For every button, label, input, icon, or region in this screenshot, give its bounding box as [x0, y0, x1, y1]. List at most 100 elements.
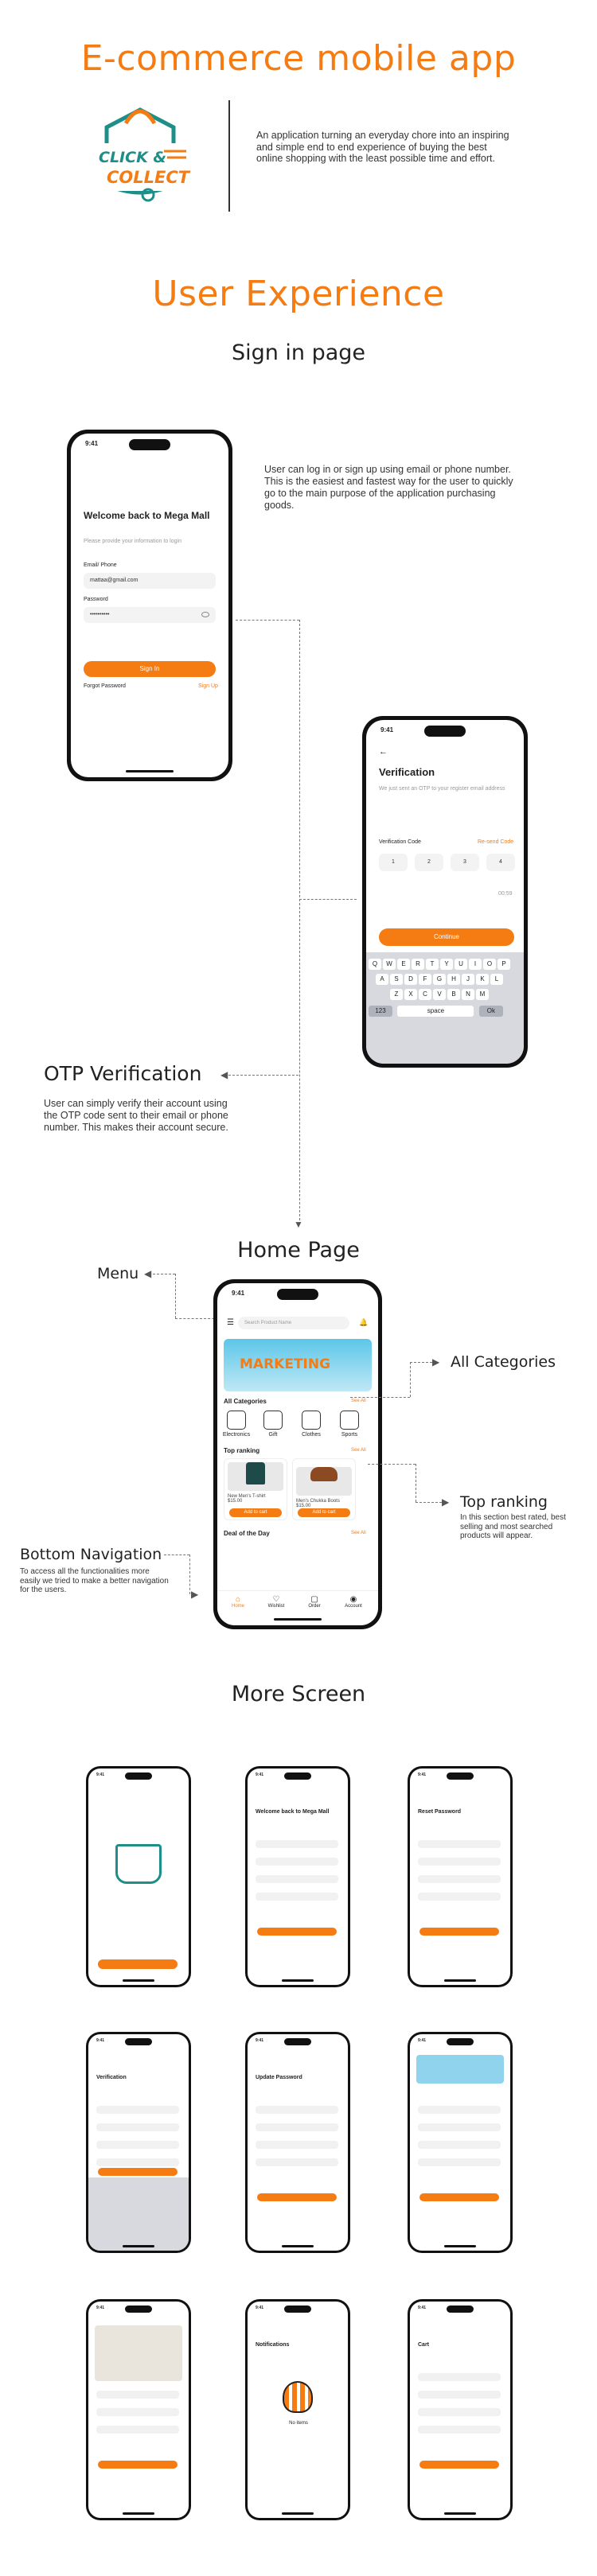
annot-bottom-nav-desc: To access all the functionalities more e…	[20, 1567, 169, 1594]
add-to-cart-button[interactable]: Add to cart	[229, 1508, 282, 1517]
page-title: E-commerce mobile app	[80, 38, 517, 79]
key-i[interactable]: I	[469, 959, 482, 970]
annot-top-ranking: Top ranking	[460, 1493, 548, 1511]
key-d[interactable]: D	[404, 974, 417, 985]
forgot-password-link[interactable]: Forgot Password	[84, 683, 126, 689]
key-r[interactable]: R	[412, 959, 424, 970]
product-card[interactable]: New Men's T-shirt $15.00 Add to cart	[224, 1458, 287, 1520]
primary-button[interactable]	[419, 1928, 499, 1936]
email-field[interactable]: mattaa@gmail.com	[84, 573, 216, 589]
more-screen-phone: 9:41 Cart	[408, 2299, 513, 2520]
top-ranking-title: Top ranking	[224, 1447, 260, 1454]
category-clothes[interactable]: Clothes	[297, 1411, 326, 1438]
key-x[interactable]: X	[404, 989, 417, 1000]
see-all-deals[interactable]: See All	[351, 1531, 366, 1535]
no-items-text: No items	[289, 2421, 308, 2426]
back-icon[interactable]: ←	[379, 747, 388, 757]
add-to-cart-button[interactable]: Add to cart	[298, 1508, 350, 1517]
screen-title: Reset Password	[418, 1809, 462, 1815]
password-field[interactable]: ••••••••••	[84, 607, 216, 623]
otp-subheading: We just sent an OTP to your register ema…	[379, 786, 505, 792]
otp-digit[interactable]: 2	[415, 854, 443, 871]
key-j[interactable]: J	[462, 974, 474, 985]
key-g[interactable]: G	[433, 974, 446, 985]
key-l[interactable]: L	[490, 974, 503, 985]
see-all-ranking[interactable]: See All	[351, 1448, 366, 1453]
key-p[interactable]: P	[498, 959, 510, 970]
key-y[interactable]: Y	[440, 959, 453, 970]
menu-icon[interactable]: ☰	[227, 1318, 234, 1327]
home-phone: 9:41 ☰ Search Product Name 🔔 MARKETING A…	[213, 1279, 382, 1629]
email-label: Email/ Phone	[84, 562, 117, 568]
hero-image	[416, 2055, 504, 2084]
password-label: Password	[84, 597, 108, 602]
nav-account[interactable]: ◉ Account	[341, 1595, 365, 1609]
key-f[interactable]: F	[419, 974, 431, 985]
screen-title: Welcome back to Mega Mall	[256, 1809, 330, 1815]
key-a[interactable]: A	[376, 974, 388, 985]
key-b[interactable]: B	[447, 989, 460, 1000]
primary-button[interactable]	[98, 2461, 178, 2469]
primary-button[interactable]	[257, 2193, 337, 2201]
more-screen-phone: 9:41 Verification	[86, 2032, 191, 2253]
nav-order[interactable]: ▢ Order	[305, 1595, 324, 1609]
signin-subheading: Please provide your information to login	[84, 539, 181, 544]
header-divider	[228, 100, 230, 212]
key-w[interactable]: W	[383, 959, 396, 970]
category-gift[interactable]: Gift	[259, 1411, 287, 1438]
otp-timer: 00:59	[498, 891, 513, 897]
annot-categories: All Categories	[451, 1353, 556, 1371]
bell-icon[interactable]: 🔔	[359, 1318, 368, 1327]
product-card[interactable]: Men's Chukka Boots $15.00 Add to cart	[292, 1458, 356, 1520]
eye-icon[interactable]	[201, 612, 209, 617]
nav-wishlist[interactable]: ♡ Wishlist	[265, 1595, 287, 1609]
key-space[interactable]: space	[397, 1006, 474, 1017]
continue-button[interactable]: Continue	[379, 928, 514, 946]
nav-home[interactable]: ⌂ Home	[228, 1595, 248, 1609]
key-n[interactable]: N	[462, 989, 474, 1000]
annot-bottom-nav: Bottom Navigation	[20, 1546, 162, 1563]
key-q[interactable]: Q	[369, 959, 381, 970]
intro-text: An application turning an everyday chore…	[256, 130, 509, 164]
screen-title: Notifications	[256, 2342, 290, 2348]
key-h[interactable]: H	[447, 974, 460, 985]
key-ok[interactable]: Ok	[478, 1006, 503, 1017]
promo-banner[interactable]: MARKETING	[224, 1339, 372, 1391]
key-o[interactable]: O	[483, 959, 496, 970]
key-123[interactable]: 123	[369, 1006, 392, 1017]
otp-digit[interactable]: 3	[451, 854, 479, 871]
key-e[interactable]: E	[397, 959, 410, 970]
signin-description: User can log in or sign up using email o…	[264, 464, 513, 511]
signup-link[interactable]: Sign Up	[198, 683, 218, 689]
otp-phone: 9:41 ← Verification We just sent an OTP …	[362, 716, 528, 1068]
deal-title: Deal of the Day	[224, 1530, 270, 1537]
get-started-button[interactable]	[98, 1959, 178, 1969]
key-c[interactable]: C	[419, 989, 431, 1000]
key-v[interactable]: V	[433, 989, 446, 1000]
key-m[interactable]: M	[476, 989, 489, 1000]
primary-button[interactable]	[419, 2193, 499, 2201]
key-t[interactable]: T	[426, 959, 439, 970]
primary-button[interactable]	[98, 2168, 178, 2176]
category-sports[interactable]: Sports	[335, 1411, 364, 1438]
signin-button[interactable]: Sign In	[84, 661, 216, 677]
category-electronics[interactable]: Electronics	[222, 1411, 251, 1438]
key-k[interactable]: K	[476, 974, 489, 985]
key-s[interactable]: S	[390, 974, 403, 985]
resend-link[interactable]: Re-send Code	[478, 839, 513, 845]
search-input[interactable]: Search Product Name	[238, 1317, 349, 1329]
key-u[interactable]: U	[455, 959, 467, 970]
screen-title: Update Password	[256, 2075, 302, 2080]
otp-digit[interactable]: 4	[486, 854, 515, 871]
key-z[interactable]: Z	[390, 989, 403, 1000]
primary-button[interactable]	[419, 2461, 499, 2469]
see-all-categories[interactable]: See All	[351, 1399, 366, 1403]
otp-description: User can simply verify their account usi…	[44, 1098, 228, 1133]
section-title-home: Home Page	[237, 1238, 360, 1263]
primary-button[interactable]	[257, 1928, 337, 1936]
otp-digit[interactable]: 1	[379, 854, 408, 871]
balloon-icon	[283, 2381, 313, 2413]
more-screen-phone: 9:41 Welcome back to Mega Mall	[245, 1766, 350, 1987]
more-screen-phone: 9:41 Notifications No items	[245, 2299, 350, 2520]
annot-menu: Menu	[97, 1265, 139, 1282]
